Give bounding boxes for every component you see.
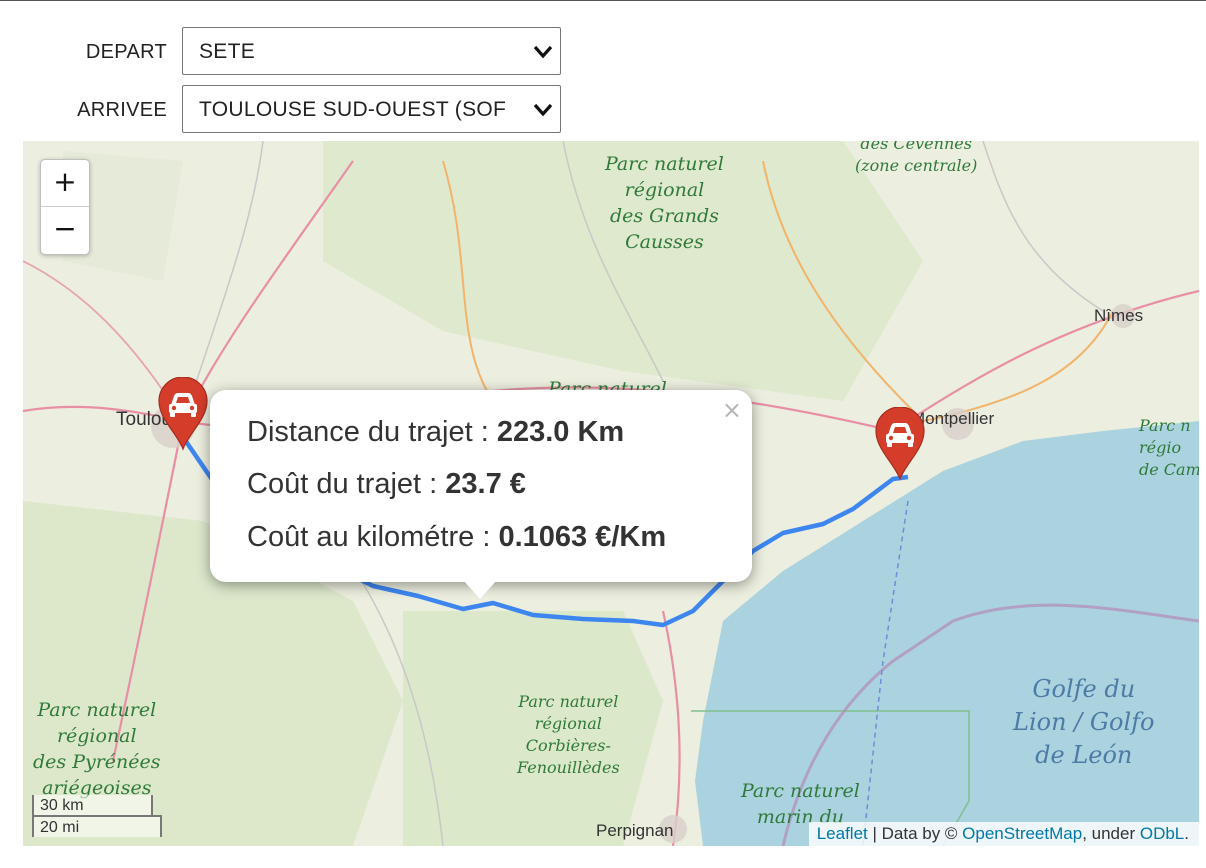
cost-line: Coût du trajet : 23.7 € — [247, 468, 526, 501]
popup-close-button[interactable]: × — [722, 396, 742, 424]
route-info-popup: × Distance du trajet : 223.0 Km Coût du … — [210, 390, 752, 599]
depart-select[interactable]: SETE — [182, 27, 561, 75]
city-label-nimes: Nîmes — [1094, 306, 1144, 325]
attribution-under: , under — [1082, 824, 1140, 843]
zoom-control: + − — [40, 159, 90, 255]
popup-tip — [463, 580, 497, 599]
zoom-in-button[interactable]: + — [41, 160, 89, 207]
per-km-label: Coût au kilométre : — [247, 521, 499, 553]
distance-value: 223.0 Km — [496, 416, 625, 448]
attribution-end: . — [1184, 824, 1189, 843]
leaflet-link[interactable]: Leaflet — [817, 824, 868, 843]
map-label-pyrenees: Parc naturel régional des Pyrénées ariég… — [33, 699, 161, 799]
depart-selected-value: SETE — [199, 40, 256, 63]
map-label-grands-causses: Parc naturel régional des Grands Causses — [605, 153, 724, 253]
depart-row: DEPART SETE — [0, 27, 600, 77]
chevron-down-icon — [533, 45, 553, 59]
osm-link[interactable]: OpenStreetMap — [962, 824, 1082, 843]
map-attribution: Leaflet | Data by © OpenStreetMap, under… — [808, 822, 1199, 846]
map-container[interactable]: Parc naturel régional des Grands Causses… — [23, 141, 1199, 846]
odbl-link[interactable]: ODbL — [1140, 824, 1184, 843]
distance-label: Distance du trajet : — [247, 416, 497, 448]
depart-label: DEPART — [85, 41, 167, 63]
per-km-line: Coût au kilométre : 0.1063 €/Km — [247, 521, 666, 554]
city-label-perpignan: Perpignan — [596, 821, 674, 840]
scale-imperial: 20 mi — [32, 815, 162, 837]
arrivee-selected-value: TOULOUSE SUD-OUEST (SOF — [199, 98, 507, 121]
attribution-text: | Data by © — [867, 824, 963, 843]
scale-metric: 30 km — [32, 795, 153, 817]
arrivee-row: ARRIVEE TOULOUSE SUD-OUEST (SOF — [0, 85, 600, 135]
scale-control: 30 km 20 mi — [32, 795, 162, 837]
cost-value: 23.7 € — [445, 468, 526, 500]
arrivee-select[interactable]: TOULOUSE SUD-OUEST (SOF — [182, 85, 561, 133]
arrivee-label: ARRIVEE — [77, 99, 167, 121]
end-marker[interactable] — [874, 407, 926, 481]
per-km-value: 0.1063 €/Km — [498, 521, 667, 553]
map-label-cevennes: des Cévennes (zone centrale) — [855, 141, 978, 175]
distance-line: Distance du trajet : 223.0 Km — [247, 416, 624, 449]
map-label-camargue: Parc n régio de Cam — [1139, 416, 1199, 479]
chevron-down-icon — [533, 103, 553, 117]
map-label-golfe: Golfe du Lion / Golfo de León — [1013, 675, 1155, 769]
cost-label: Coût du trajet : — [247, 468, 446, 500]
zoom-out-button[interactable]: − — [41, 207, 89, 253]
top-border — [0, 0, 1206, 1]
start-marker[interactable] — [157, 377, 209, 451]
map-label-corbieres: Parc naturel régional Corbières- Fenouil… — [517, 692, 620, 777]
